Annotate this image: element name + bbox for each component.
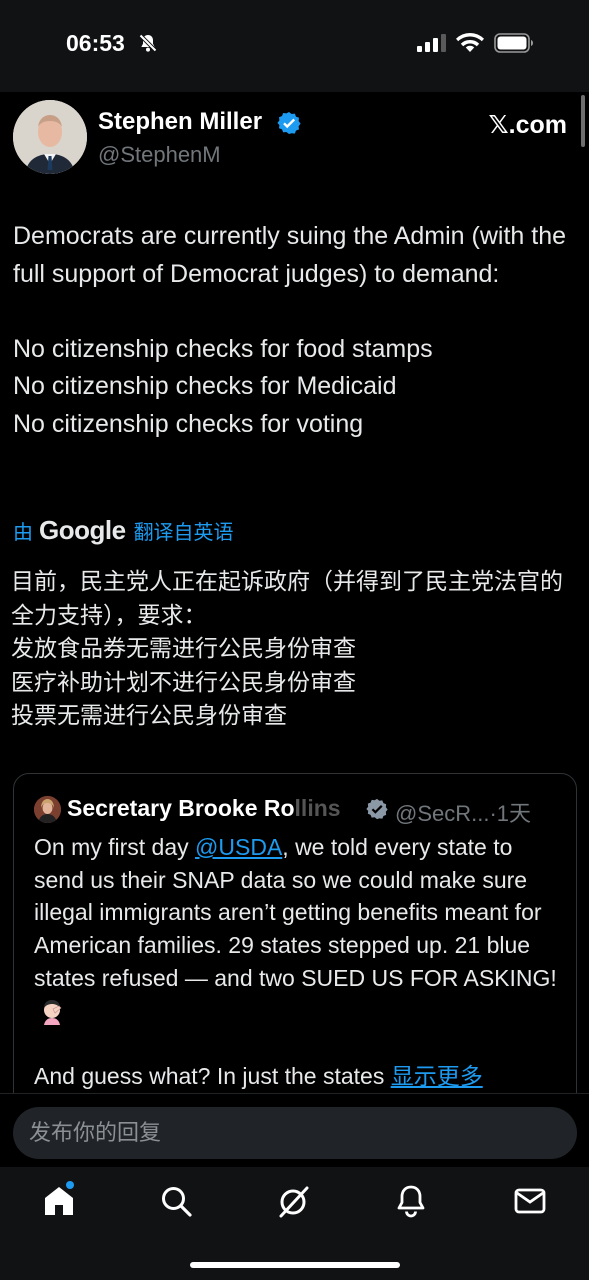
quote-verified-badge-icon	[366, 798, 388, 820]
home-indicator[interactable]	[190, 1262, 400, 1268]
quote-text: On my first day @USDA, we told every sta…	[34, 834, 557, 1090]
quote-author-handle: @SecR...·1天	[395, 801, 532, 826]
tab-search[interactable]	[158, 1183, 194, 1219]
source-site-logo: 𝕏.com	[488, 111, 568, 139]
battery-icon	[494, 33, 533, 53]
tab-notifications[interactable]	[393, 1183, 429, 1219]
messages-icon	[514, 1188, 546, 1214]
avatar[interactable]	[13, 100, 87, 174]
wifi-icon	[456, 33, 484, 52]
facepalm-emoji-icon	[44, 1000, 62, 1026]
translation-by-label: 由	[13, 521, 33, 544]
google-logo: Google	[39, 514, 126, 545]
verified-badge-icon	[277, 112, 301, 134]
quote-author-name[interactable]: Secretary Brooke Rollins	[67, 795, 341, 822]
author-handle[interactable]: @StephenM	[98, 142, 221, 168]
reply-input[interactable]	[13, 1107, 577, 1159]
tab-home[interactable]	[41, 1183, 77, 1219]
quoted-post-card[interactable]: Secretary Brooke Rollins @SecR...·1天 On …	[13, 773, 577, 1115]
search-icon	[162, 1187, 192, 1217]
avatar-photo	[13, 100, 87, 174]
mention-link[interactable]: @USDA	[195, 834, 282, 860]
tab-grok[interactable]	[276, 1183, 312, 1219]
author-name[interactable]: Stephen Miller	[98, 108, 262, 136]
quote-avatar	[34, 796, 61, 823]
cellular-signal-icon	[417, 34, 446, 52]
show-more-link[interactable]: 显示更多	[391, 1064, 483, 1090]
quote-time: ·1天	[489, 801, 532, 826]
bell-slash-icon	[139, 34, 157, 52]
translation-source-label: 翻译自英语	[133, 521, 234, 544]
translation-attribution: 由 Google 翻译自英语	[13, 514, 234, 546]
tab-messages[interactable]	[512, 1183, 548, 1219]
scrollbar-thumb[interactable]	[581, 95, 585, 147]
notifications-icon	[397, 1185, 425, 1218]
grok-icon	[279, 1186, 309, 1218]
status-time: 06:53	[66, 30, 125, 56]
post-text: Democrats are currently suing the Admin …	[13, 222, 567, 438]
home-icon	[45, 1187, 73, 1215]
quote-author-name-faded: llins	[294, 795, 341, 821]
translated-text: 目前，民主党人正在起诉政府（并得到了民主党法官的全力支持），要求： 发放食品券无…	[11, 569, 563, 729]
